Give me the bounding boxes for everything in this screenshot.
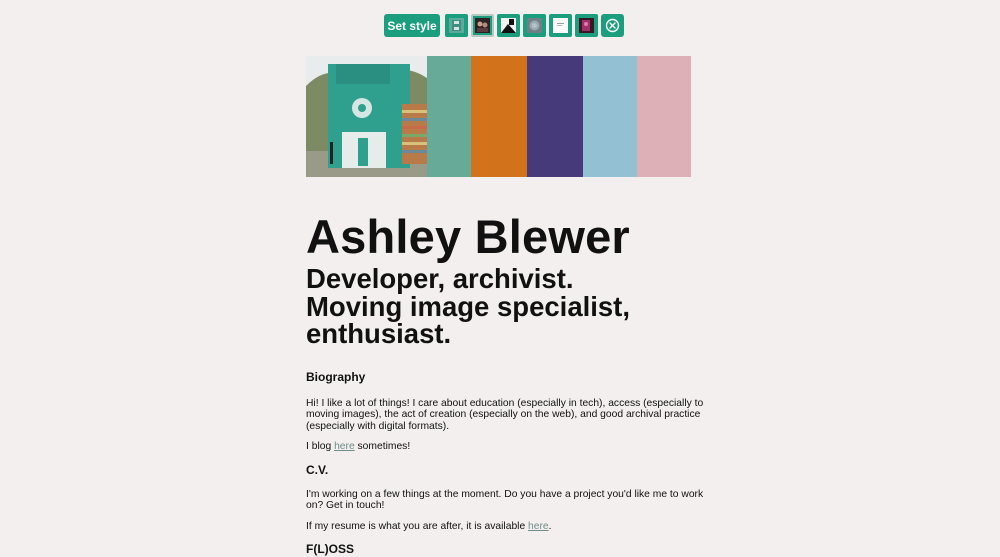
magenta-photo-thumb-icon xyxy=(579,18,594,33)
blog-paragraph: I blog here sometimes! xyxy=(306,441,706,453)
resume-paragraph: If my resume is what you are after, it i… xyxy=(306,521,706,533)
color-swatch-teal xyxy=(427,56,471,177)
blog-text-after: sometimes! xyxy=(354,441,411,453)
resume-text-after: . xyxy=(548,521,552,533)
tagline: Developer, archivist. Moving image speci… xyxy=(306,265,706,348)
blog-text-before: I blog xyxy=(306,441,335,453)
style-thumb-white-page[interactable] xyxy=(549,14,572,37)
biography-heading: Biography xyxy=(306,369,366,384)
color-swatch-light-blue xyxy=(583,56,637,177)
floss-heading: F(L)OSS xyxy=(306,541,354,556)
color-swatch-pink xyxy=(637,56,691,177)
resume-link[interactable]: here xyxy=(528,521,549,532)
tagline-line-1: Developer, archivist. xyxy=(306,263,574,294)
floppy-disk-photo xyxy=(306,56,427,177)
style-thumb-bw-graphic[interactable] xyxy=(497,14,520,37)
style-thumb-photo-dark[interactable] xyxy=(471,14,494,37)
color-swatch-purple xyxy=(527,56,583,177)
style-thumb-gray-blur[interactable] xyxy=(523,14,546,37)
gray-blur-thumb-icon xyxy=(527,18,542,33)
page-title: Ashley Blewer xyxy=(306,210,630,263)
white-page-thumb-icon xyxy=(553,18,568,33)
biography-paragraph: Hi! I like a lot of things! I care about… xyxy=(306,397,704,432)
bw-graphic-thumb-icon xyxy=(501,18,516,33)
style-toolbar: Set style xyxy=(384,14,624,37)
blog-link[interactable]: here xyxy=(334,441,355,452)
close-style-button[interactable] xyxy=(601,14,624,37)
floppy-thumb-icon xyxy=(449,18,464,33)
photo-dark-thumb-icon xyxy=(475,18,490,33)
resume-text-before: If my resume is what you are after, it i… xyxy=(306,521,529,533)
cv-paragraph: I'm working on a few things at the momen… xyxy=(306,488,704,512)
set-style-button[interactable]: Set style xyxy=(384,14,440,37)
style-thumb-floppy[interactable] xyxy=(445,14,468,37)
hero-banner xyxy=(306,56,691,177)
style-thumb-magenta-photo[interactable] xyxy=(575,14,598,37)
floppy-sculpture-image xyxy=(306,56,427,177)
tagline-line-2: Moving image specialist, enthusiast. xyxy=(306,290,630,349)
main-content: Ashley Blewer Developer, archivist. Movi… xyxy=(306,212,706,556)
color-swatch-orange xyxy=(471,56,527,177)
cv-heading: C.V. xyxy=(306,462,329,477)
close-circle-icon xyxy=(605,18,620,33)
